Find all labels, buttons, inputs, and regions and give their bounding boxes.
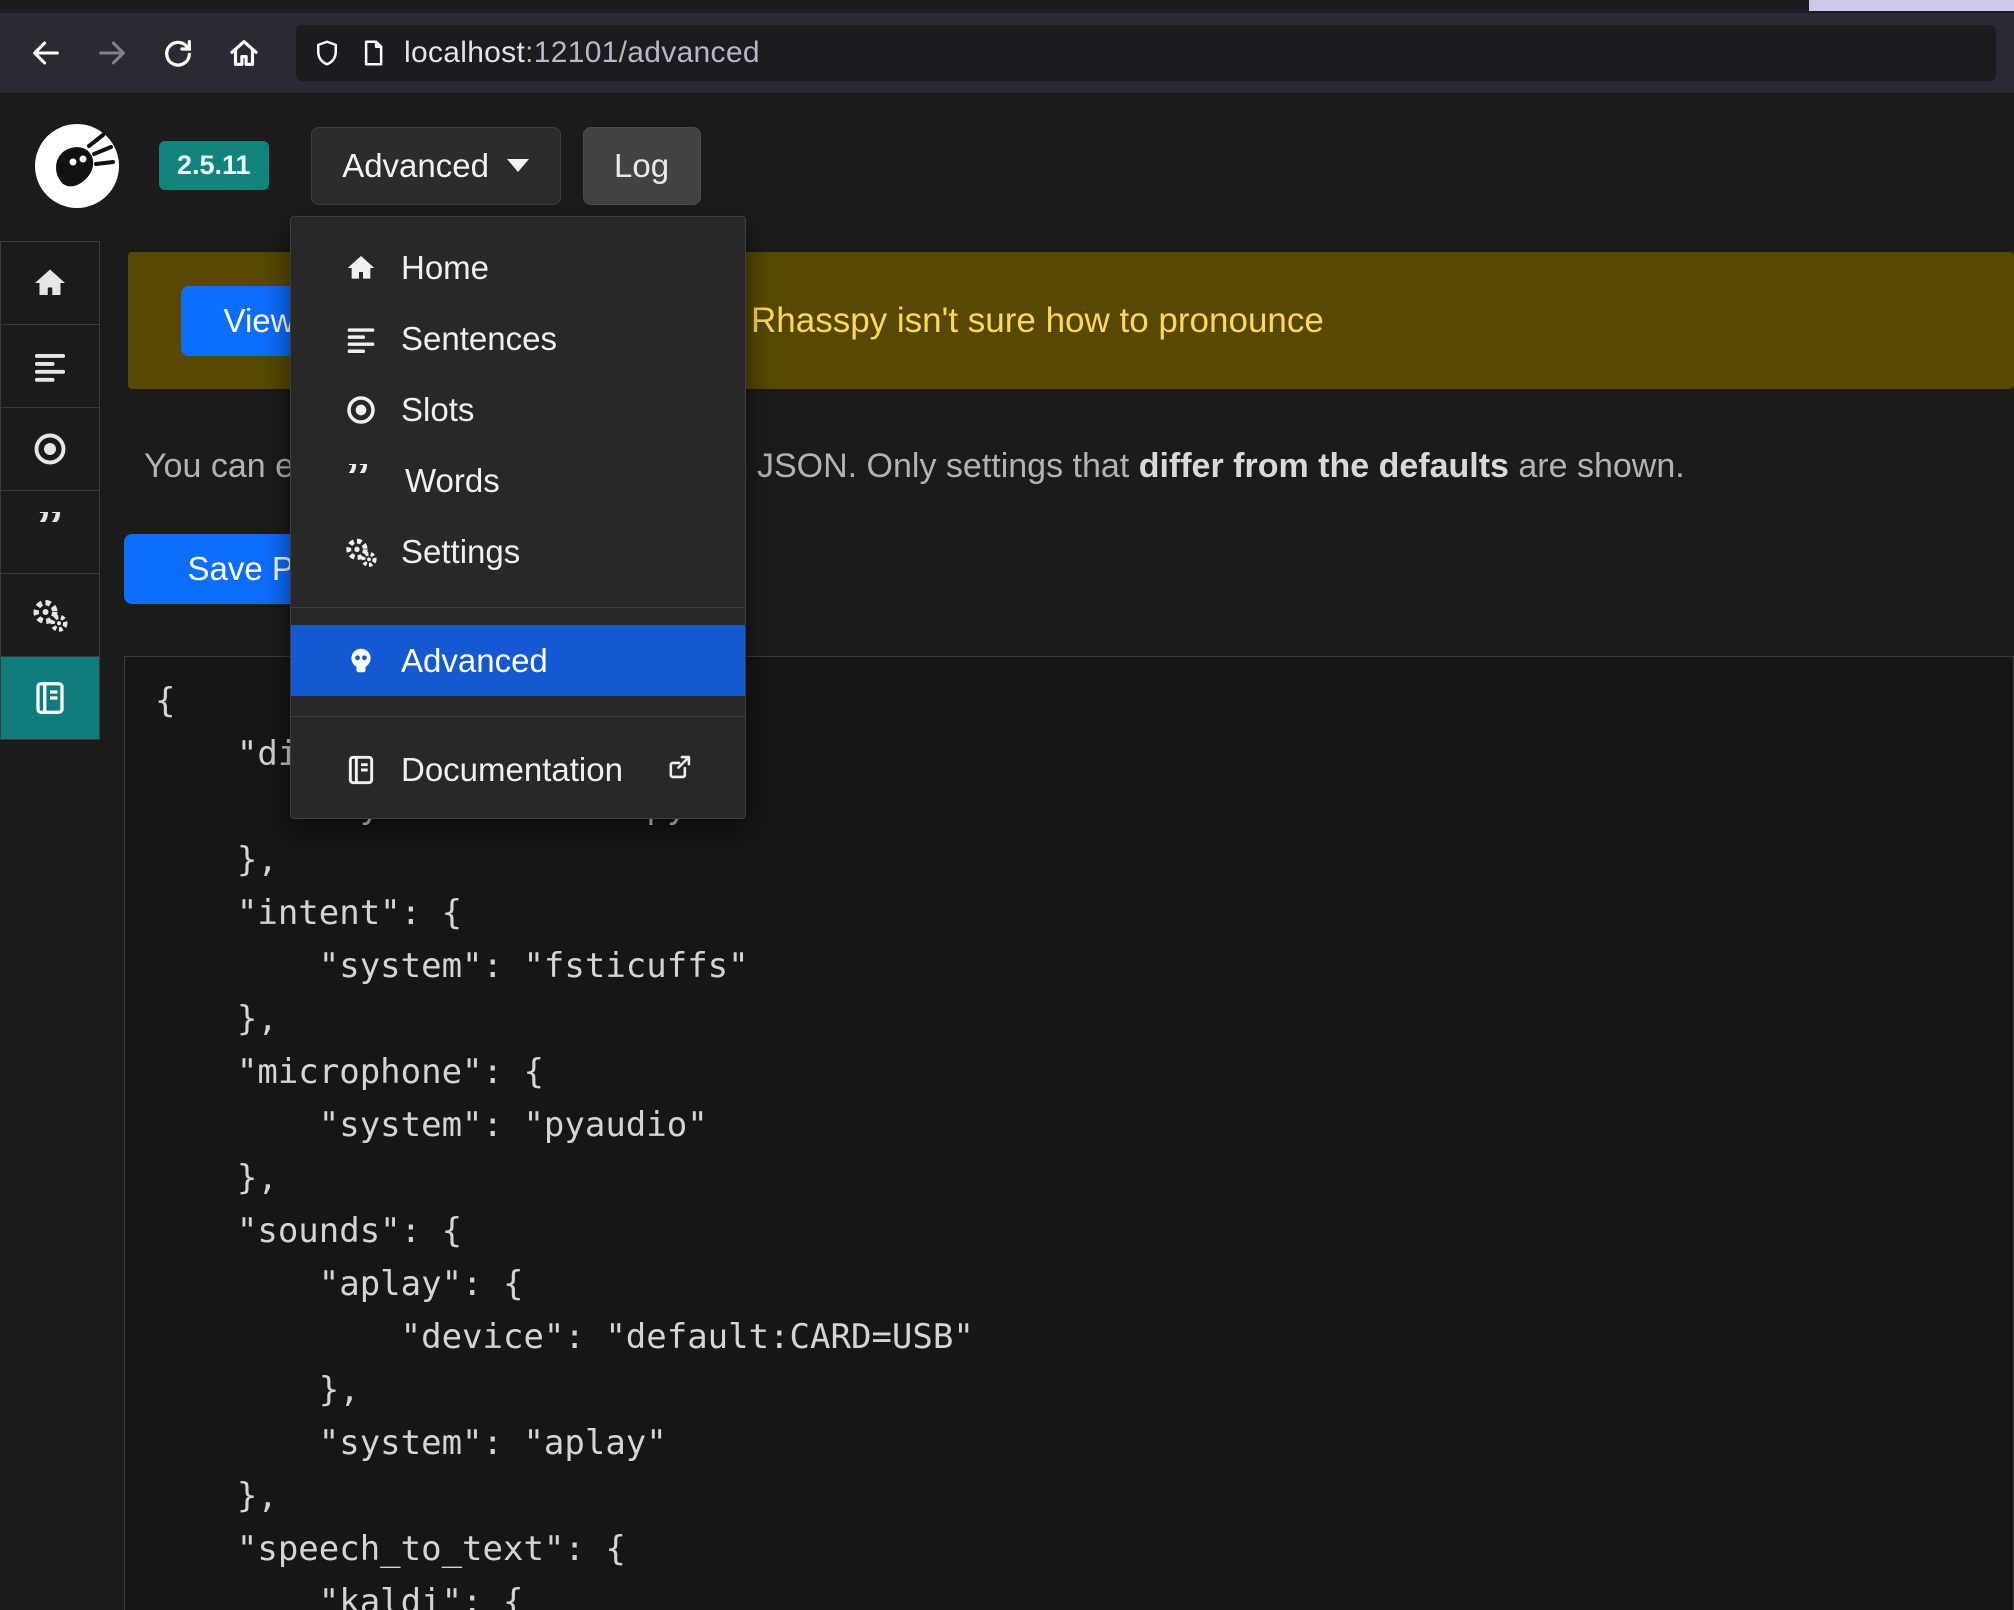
- sidebar-item-words[interactable]: ”: [0, 490, 100, 574]
- page-info-icon[interactable]: [358, 38, 388, 68]
- refresh-icon: [161, 36, 195, 70]
- nav-dropdown-button[interactable]: Advanced: [311, 127, 561, 205]
- menu-item-label: Settings: [401, 533, 520, 571]
- address-bar[interactable]: localhost:12101/advanced: [296, 25, 1996, 81]
- sidebar-item-sentences[interactable]: [0, 324, 100, 408]
- back-button[interactable]: [18, 25, 74, 81]
- settings-icon: [345, 536, 377, 568]
- menu-item-label: Home: [401, 249, 489, 287]
- shield-icon[interactable]: [312, 38, 342, 68]
- settings-icon: [32, 597, 68, 633]
- version-badge: 2.5.11: [159, 141, 269, 190]
- url-path: :12101/advanced: [525, 36, 760, 69]
- menu-item-settings[interactable]: Settings: [291, 516, 745, 587]
- menu-item-documentation[interactable]: Documentation: [291, 734, 745, 805]
- home-button[interactable]: [216, 25, 272, 81]
- rhasspy-app: 2.5.11 Advanced Log ” View: [0, 93, 2014, 1610]
- book-icon: [32, 680, 68, 716]
- url-host: localhost: [404, 36, 525, 69]
- menu-item-slots[interactable]: Slots: [291, 374, 745, 445]
- sidebar-item-slots[interactable]: [0, 407, 100, 491]
- caret-down-icon: [507, 159, 529, 172]
- arrow-right-icon: [95, 36, 129, 70]
- url-text: localhost:12101/advanced: [404, 36, 760, 70]
- browser-tab-highlight: [1809, 0, 2014, 11]
- menu-item-advanced[interactable]: Advanced: [291, 625, 745, 696]
- sidebar: ”: [0, 241, 100, 740]
- browser-toolbar: localhost:12101/advanced: [0, 13, 2014, 93]
- home-icon: [345, 252, 377, 284]
- sentences-icon: [32, 348, 68, 384]
- menu-item-label: Sentences: [401, 320, 557, 358]
- sidebar-item-advanced[interactable]: [0, 656, 100, 740]
- log-button[interactable]: Log: [583, 127, 701, 205]
- forward-button[interactable]: [84, 25, 140, 81]
- browser-tab-strip: [0, 0, 2014, 13]
- sidebar-item-home[interactable]: [0, 241, 100, 325]
- nav-dropdown-menu: Home Sentences Slots ” Words Settings Ad…: [290, 216, 746, 819]
- menu-item-sentences[interactable]: Sentences: [291, 303, 745, 374]
- sidebar-item-settings[interactable]: [0, 573, 100, 657]
- external-link-icon: [665, 751, 693, 789]
- arrow-left-icon: [29, 36, 63, 70]
- intro-text-bold: differ from the defaults: [1139, 447, 1509, 485]
- home-icon: [227, 36, 261, 70]
- warning-message: Rhasspy isn't sure how to pronounce: [751, 301, 1324, 341]
- menu-item-label: Documentation: [401, 751, 623, 789]
- book-icon: [345, 754, 377, 786]
- words-icon: ”: [36, 512, 65, 552]
- menu-item-label: Advanced: [401, 642, 548, 680]
- menu-item-label: Slots: [401, 391, 474, 429]
- slots-icon: [32, 431, 68, 467]
- reload-button[interactable]: [150, 25, 206, 81]
- slots-icon: [345, 394, 377, 426]
- nav-dropdown-label: Advanced: [342, 147, 489, 185]
- menu-item-label: Words: [405, 462, 500, 500]
- log-button-label: Log: [614, 147, 669, 185]
- menu-divider: [291, 607, 745, 608]
- menu-divider: [291, 716, 745, 717]
- skull-icon: [345, 645, 377, 677]
- rhasspy-logo: [33, 122, 121, 210]
- home-icon: [32, 265, 68, 301]
- intro-text-after: are shown.: [1509, 447, 1685, 485]
- words-icon: ”: [345, 464, 381, 498]
- sentences-icon: [345, 323, 377, 355]
- menu-item-words[interactable]: ” Words: [291, 445, 745, 516]
- menu-item-home[interactable]: Home: [291, 232, 745, 303]
